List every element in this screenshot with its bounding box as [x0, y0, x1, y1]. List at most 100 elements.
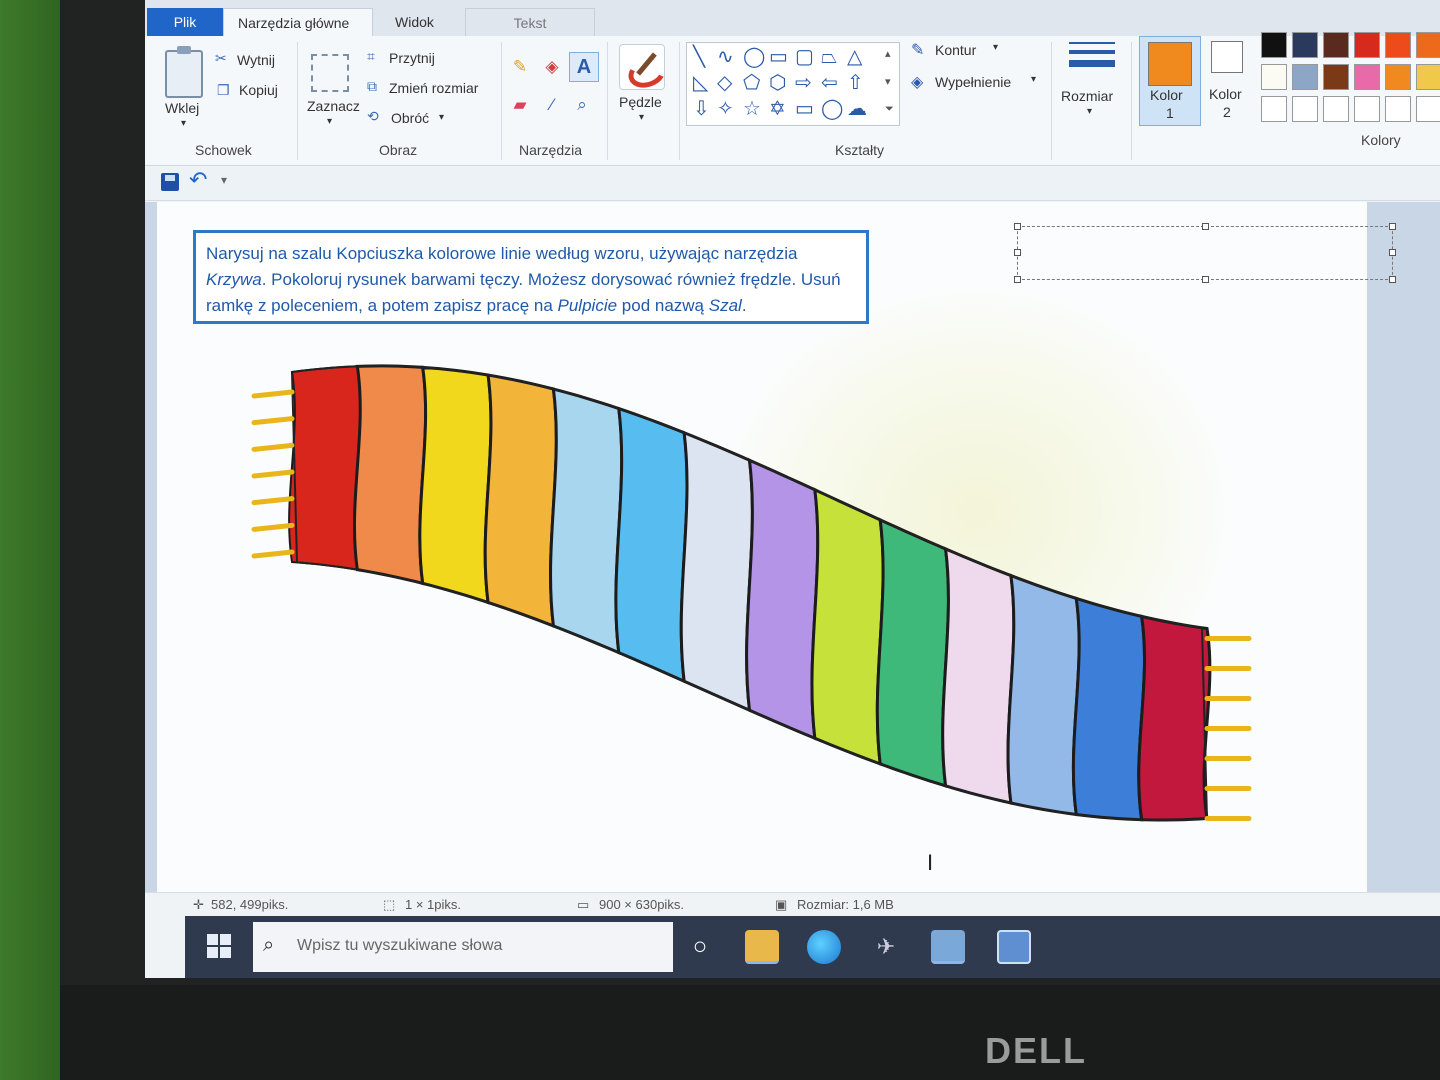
pencil-icon[interactable]: ✎	[509, 56, 531, 78]
brushes-dropdown-icon[interactable]: ▾	[639, 112, 644, 123]
palette-color-swatch[interactable]	[1292, 64, 1318, 90]
palette-color-swatch[interactable]	[1385, 96, 1411, 122]
shapes-scroll-up-icon[interactable]: ▴	[885, 47, 891, 60]
palette-color-swatch[interactable]	[1416, 64, 1440, 90]
size-dropdown-icon[interactable]: ▾	[1087, 106, 1092, 117]
curve-shape-icon[interactable]: ∿	[717, 47, 734, 67]
left-arrow-shape-icon[interactable]: ⇦	[821, 73, 838, 93]
up-arrow-shape-icon[interactable]: ⇧	[847, 73, 864, 93]
customize-toolbar-icon[interactable]: ▾	[221, 173, 227, 187]
rounded-rectangle-shape-icon[interactable]: ▢	[795, 47, 814, 67]
color1-button[interactable]: Kolor 1	[1139, 36, 1201, 126]
drawing-canvas[interactable]: Narysuj na szalu Kopciuszka kolorowe lin…	[157, 202, 1396, 892]
taskbar-search-box[interactable]: ⌕ Wpisz tu wyszukiwane słowa	[253, 922, 673, 972]
resize-button[interactable]: Zmień rozmiar	[389, 80, 478, 96]
edge-browser-icon[interactable]	[807, 930, 841, 964]
task-view-icon[interactable]: ○	[683, 930, 717, 964]
palette-color-swatch[interactable]	[1292, 96, 1318, 122]
down-arrow-shape-icon[interactable]: ⇩	[693, 99, 710, 119]
network-tool-icon[interactable]: ✈	[869, 930, 903, 964]
undo-icon[interactable]: ↶	[189, 167, 207, 193]
rotate-icon[interactable]: ⟲	[367, 108, 379, 125]
resize-handle[interactable]	[1389, 276, 1396, 283]
eraser-icon[interactable]: ▰	[509, 94, 531, 116]
save-icon[interactable]	[161, 173, 179, 191]
palette-color-swatch[interactable]	[1385, 32, 1411, 58]
file-explorer-icon[interactable]	[745, 930, 779, 964]
resize-icon[interactable]: ⧉	[367, 78, 377, 95]
right-arrow-shape-icon[interactable]: ⇨	[795, 73, 812, 93]
right-triangle-shape-icon[interactable]: ◺	[693, 73, 708, 93]
rectangle-shape-icon[interactable]: ▭	[769, 47, 788, 67]
paint-app-icon[interactable]	[931, 930, 965, 964]
scissors-icon[interactable]: ✂	[215, 50, 227, 67]
rotate-dropdown-icon[interactable]: ▾	[439, 112, 444, 123]
palette-color-swatch[interactable]	[1323, 96, 1349, 122]
triangle-shape-icon[interactable]: △	[847, 47, 862, 67]
color-picker-icon[interactable]: ⁄	[541, 94, 563, 116]
palette-color-swatch[interactable]	[1354, 32, 1380, 58]
windows-start-icon[interactable]	[207, 934, 231, 958]
size-button[interactable]: Rozmiar	[1061, 88, 1113, 104]
cloud-callout-shape-icon[interactable]: ☁	[847, 99, 867, 119]
text-tool-icon[interactable]: A	[569, 52, 599, 82]
color2-button[interactable]: Kolor 2	[1205, 36, 1251, 126]
palette-color-swatch[interactable]	[1323, 64, 1349, 90]
tab-file[interactable]: Plik	[147, 8, 223, 36]
diamond-shape-icon[interactable]: ◇	[717, 73, 732, 93]
brushes-button[interactable]: Pędzle	[619, 94, 662, 110]
paste-icon[interactable]	[165, 46, 203, 98]
six-point-star-shape-icon[interactable]: ✡	[769, 99, 786, 119]
fill-dropdown-icon[interactable]: ▾	[1031, 74, 1036, 85]
resize-handle[interactable]	[1389, 249, 1396, 256]
palette-color-swatch[interactable]	[1261, 64, 1287, 90]
brush-icon[interactable]	[619, 44, 665, 90]
scarf-stripe	[1071, 596, 1147, 822]
select-dropdown-icon[interactable]: ▾	[327, 116, 332, 127]
fill-button[interactable]: Wypełnienie	[935, 74, 1011, 90]
select-icon[interactable]	[311, 54, 349, 92]
palette-color-swatch[interactable]	[1416, 32, 1440, 58]
line-shape-icon[interactable]: ╲	[693, 47, 705, 67]
five-point-star-shape-icon[interactable]: ☆	[743, 99, 761, 119]
copy-button[interactable]: Kopiuj	[239, 82, 278, 98]
outline-dropdown-icon[interactable]: ▾	[993, 42, 998, 53]
search-input[interactable]: Wpisz tu wyszukiwane słowa	[297, 937, 502, 955]
oval-shape-icon[interactable]: ◯	[743, 47, 765, 67]
shapes-scroll-down-icon[interactable]: ▾	[885, 75, 891, 88]
magnifier-icon[interactable]: ⌕	[571, 94, 593, 116]
cut-button[interactable]: Wytnij	[237, 52, 275, 68]
palette-color-swatch[interactable]	[1354, 96, 1380, 122]
rounded-callout-shape-icon[interactable]: ▭	[795, 99, 814, 119]
tab-view[interactable]: Widok	[381, 8, 448, 36]
line-size-icon[interactable]	[1069, 42, 1115, 86]
rotate-button[interactable]: Obróć	[391, 110, 429, 126]
palette-color-swatch[interactable]	[1261, 32, 1287, 58]
palette-color-swatch[interactable]	[1385, 64, 1411, 90]
palette-color-swatch[interactable]	[1323, 32, 1349, 58]
palette-color-swatch[interactable]	[1354, 64, 1380, 90]
oval-callout-shape-icon[interactable]: ◯	[821, 99, 843, 119]
four-point-star-shape-icon[interactable]: ✧	[717, 99, 734, 119]
resize-handle[interactable]	[1389, 223, 1396, 230]
palette-color-swatch[interactable]	[1261, 96, 1287, 122]
crop-icon[interactable]: ⌗	[367, 48, 375, 65]
shapes-expand-icon[interactable]: ⏷	[885, 103, 894, 116]
writing-app-icon[interactable]	[997, 930, 1031, 964]
select-button[interactable]: Zaznacz	[307, 98, 360, 114]
tab-text[interactable]: Tekst	[465, 8, 595, 36]
palette-color-swatch[interactable]	[1416, 96, 1440, 122]
paste-button[interactable]: Wklej	[165, 100, 199, 116]
paste-dropdown-icon[interactable]: ▾	[181, 118, 186, 129]
outline-button[interactable]: Kontur	[935, 42, 976, 58]
tab-home[interactable]: Narzędzia główne	[223, 8, 373, 36]
fill-icon[interactable]: ◈	[911, 72, 923, 92]
palette-color-swatch[interactable]	[1292, 32, 1318, 58]
polygon-shape-icon[interactable]: ⏢	[821, 47, 837, 67]
copy-icon[interactable]: ❐	[217, 82, 230, 99]
hexagon-shape-icon[interactable]: ⬡	[769, 73, 786, 93]
crop-button[interactable]: Przytnij	[389, 50, 435, 66]
pentagon-shape-icon[interactable]: ⬠	[743, 73, 760, 93]
fill-bucket-icon[interactable]: ◈	[541, 56, 563, 78]
outline-icon[interactable]: ✎	[911, 40, 924, 60]
